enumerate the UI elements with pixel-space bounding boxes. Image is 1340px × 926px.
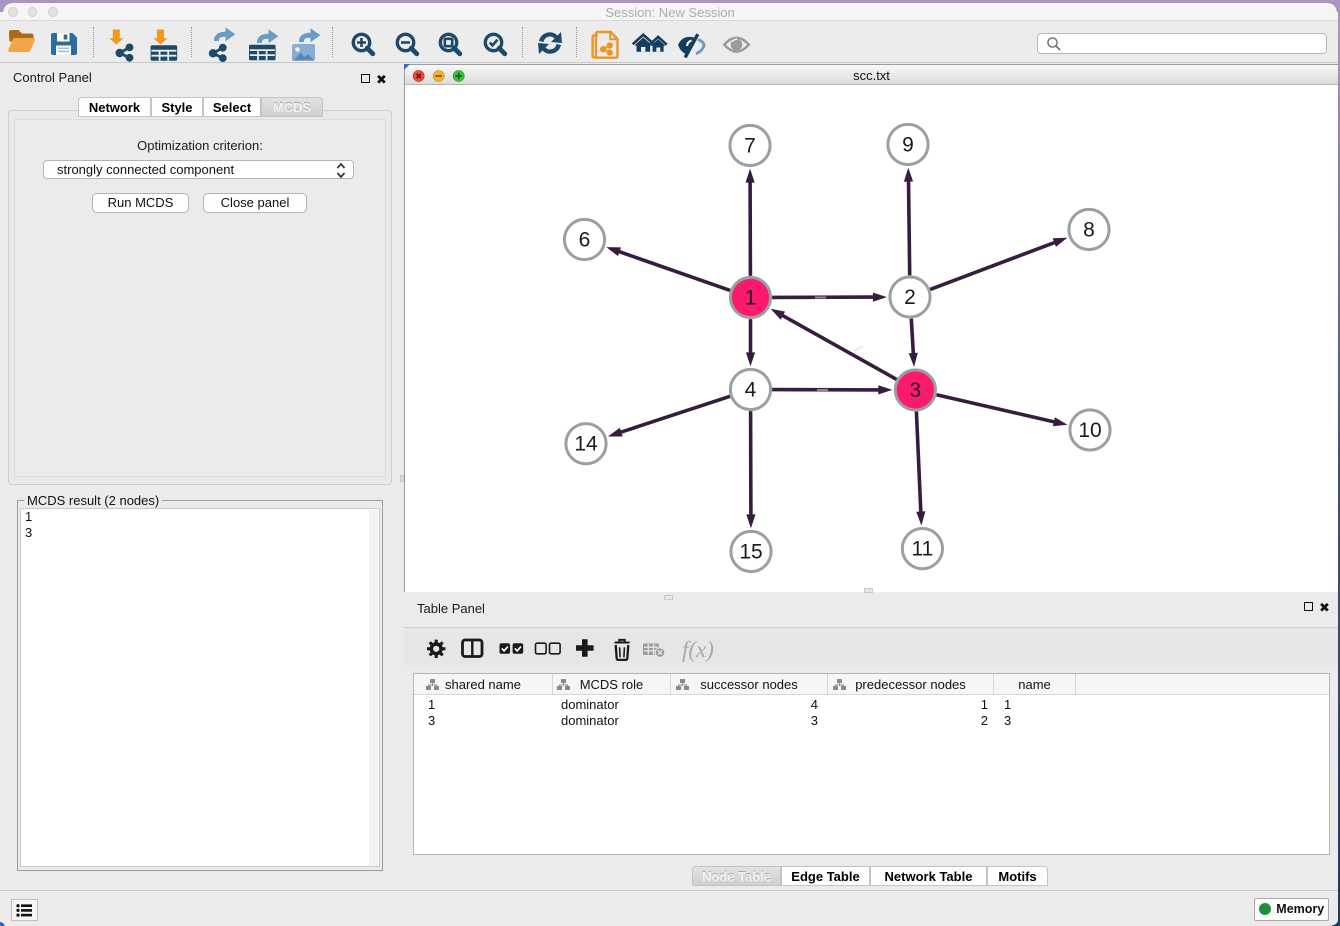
svg-text:f(x): f(x) <box>682 637 714 662</box>
svg-text:4: 4 <box>745 379 757 402</box>
svg-text:11: 11 <box>911 538 933 561</box>
svg-text:9: 9 <box>902 134 914 157</box>
svg-text:2: 2 <box>904 286 916 309</box>
svg-text:14: 14 <box>574 433 598 456</box>
svg-text:3: 3 <box>910 379 922 402</box>
svg-text:6: 6 <box>579 229 591 252</box>
svg-text:10: 10 <box>1078 419 1101 442</box>
svg-text:15: 15 <box>739 541 762 564</box>
svg-text:8: 8 <box>1083 219 1095 242</box>
svg-text:7: 7 <box>744 135 756 158</box>
svg-text:1: 1 <box>745 287 757 310</box>
